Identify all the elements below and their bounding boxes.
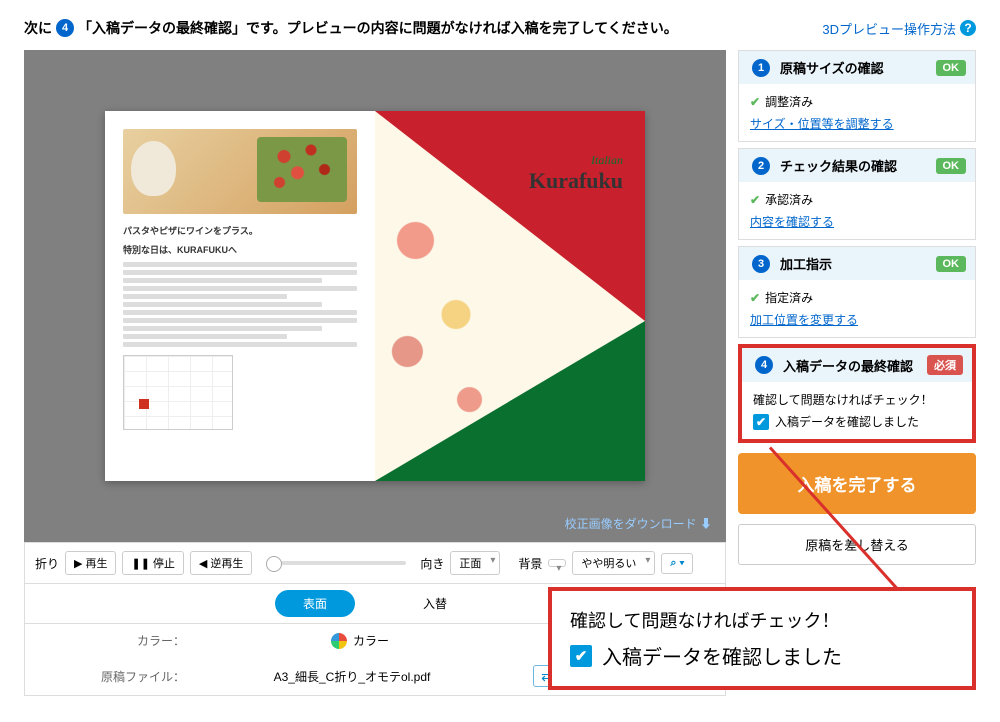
logo-title: Kurafuku: [529, 168, 623, 194]
doc-map: [123, 355, 233, 430]
background-color-select[interactable]: [548, 559, 566, 567]
play-button[interactable]: ▶ 再生: [65, 551, 116, 575]
tab-swap[interactable]: 入替: [395, 590, 475, 617]
check-icon: ✔: [750, 193, 760, 207]
check-icon: ✔: [750, 95, 760, 109]
step-2: 2 チェック結果の確認 OK ✔ 承認済み 内容を確認する: [738, 148, 976, 240]
file-name-front: A3_細長_C折り_オモテol.pdf: [274, 668, 431, 685]
step-2-link[interactable]: 内容を確認する: [750, 215, 834, 229]
step-1: 1 原稿サイズの確認 OK ✔ 調整済み サイズ・位置等を調整する: [738, 50, 976, 142]
logo-subtitle: Italian: [529, 153, 623, 168]
step-1-num: 1: [752, 59, 770, 77]
tab-front[interactable]: 表面: [275, 590, 355, 617]
callout-instruction: 確認して問題なければチェック！: [570, 607, 954, 633]
step-4-num: 4: [755, 356, 773, 374]
step-1-status: 調整済み: [765, 93, 813, 110]
reverse-button[interactable]: ◀ 逆再生: [190, 551, 252, 575]
page-header: 次に 4 「入稿データの最終確認」です。プレビューの内容に問題がなければ入稿を完…: [24, 18, 976, 38]
step-2-badge: OK: [936, 158, 967, 174]
background-brightness-select[interactable]: やや明るい: [572, 551, 655, 575]
orientation-select[interactable]: 正面: [450, 551, 500, 575]
step-3: 3 加工指示 OK ✔ 指定済み 加工位置を変更する: [738, 246, 976, 338]
preview-toolbar: 折り ▶ 再生 ❚❚ 停止 ◀ 逆再生 向き 正面 背景 やや明るい ⌕ ▾: [24, 542, 726, 584]
color-label: カラー：: [35, 632, 185, 649]
help-link[interactable]: 3Dプレビュー操作方法 ?: [822, 19, 976, 38]
doc-logo: Italian Kurafuku: [529, 153, 623, 194]
step-2-status: 承認済み: [765, 191, 813, 208]
doc-triangle-green: [375, 321, 645, 481]
step-number-badge: 4: [56, 19, 74, 37]
checkbox-icon: ✔: [753, 414, 769, 430]
doc-triangle-red: [375, 111, 645, 321]
help-text: 3Dプレビュー操作方法: [822, 19, 956, 38]
doc-headline-1: パスタやピザにワインをプラス。: [123, 224, 357, 237]
step-2-title: チェック結果の確認: [780, 156, 897, 175]
orientation-label: 向き: [420, 555, 444, 572]
callout-checkbox-label: 入稿データを確認しました: [602, 641, 842, 670]
step-3-num: 3: [752, 255, 770, 273]
doc-body-text: [123, 262, 357, 347]
header-instruction: 次に 4 「入稿データの最終確認」です。プレビューの内容に問題がなければ入稿を完…: [24, 18, 678, 38]
color-swatch-icon: [331, 633, 347, 649]
background-label: 背景: [518, 555, 542, 572]
step-4: 4 入稿データの最終確認必須 確認して問題なければチェック！ ✔ 入稿データを確認…: [738, 344, 976, 443]
step-3-link[interactable]: 加工位置を変更する: [750, 313, 858, 327]
step-2-num: 2: [752, 157, 770, 175]
step-3-title: 加工指示: [780, 254, 832, 273]
complete-submission-button[interactable]: 入稿を完了する: [738, 453, 976, 514]
checkbox-icon: ✔: [570, 645, 592, 667]
step-1-badge: OK: [936, 60, 967, 76]
header-text: 「入稿データの最終確認」です。プレビューの内容に問題がなければ入稿を完了してくだ…: [78, 18, 678, 38]
callout-checkbox: ✔ 入稿データを確認しました: [570, 641, 954, 670]
fold-slider[interactable]: [266, 561, 406, 565]
zoom-button[interactable]: ⌕ ▾: [661, 553, 693, 574]
preview-area[interactable]: パスタやピザにワインをプラス。 特別な日は、KURAFUKUへ Italian …: [24, 50, 726, 542]
download-proof-link[interactable]: 校正画像をダウンロード ⬇: [565, 515, 712, 532]
color-value: カラー: [185, 632, 535, 649]
step-1-link[interactable]: サイズ・位置等を調整する: [750, 117, 894, 131]
check-icon: ✔: [750, 291, 760, 305]
step-4-badge: 必須: [927, 355, 963, 375]
fold-label: 折り: [35, 555, 59, 572]
confirm-instruction: 確認して問題なければチェック！: [753, 391, 961, 408]
doc-headline-2: 特別な日は、KURAFUKUへ: [123, 243, 357, 256]
file-label: 原稿ファイル：: [35, 668, 185, 685]
confirm-checkbox[interactable]: ✔ 入稿データを確認しました: [753, 413, 961, 430]
callout-box: 確認して問題なければチェック！ ✔ 入稿データを確認しました: [548, 587, 976, 690]
step-4-title: 入稿データの最終確認: [783, 356, 913, 375]
confirm-checkbox-label: 入稿データを確認しました: [775, 413, 919, 430]
help-icon: ?: [960, 20, 976, 36]
step-3-status: 指定済み: [765, 289, 813, 306]
header-prefix: 次に: [24, 18, 52, 38]
stop-button[interactable]: ❚❚ 停止: [122, 551, 183, 575]
document-preview: パスタやピザにワインをプラス。 特別な日は、KURAFUKUへ Italian …: [105, 111, 645, 481]
doc-hero-image: [123, 129, 357, 214]
step-1-title: 原稿サイズの確認: [780, 58, 884, 77]
step-3-badge: OK: [936, 256, 967, 272]
